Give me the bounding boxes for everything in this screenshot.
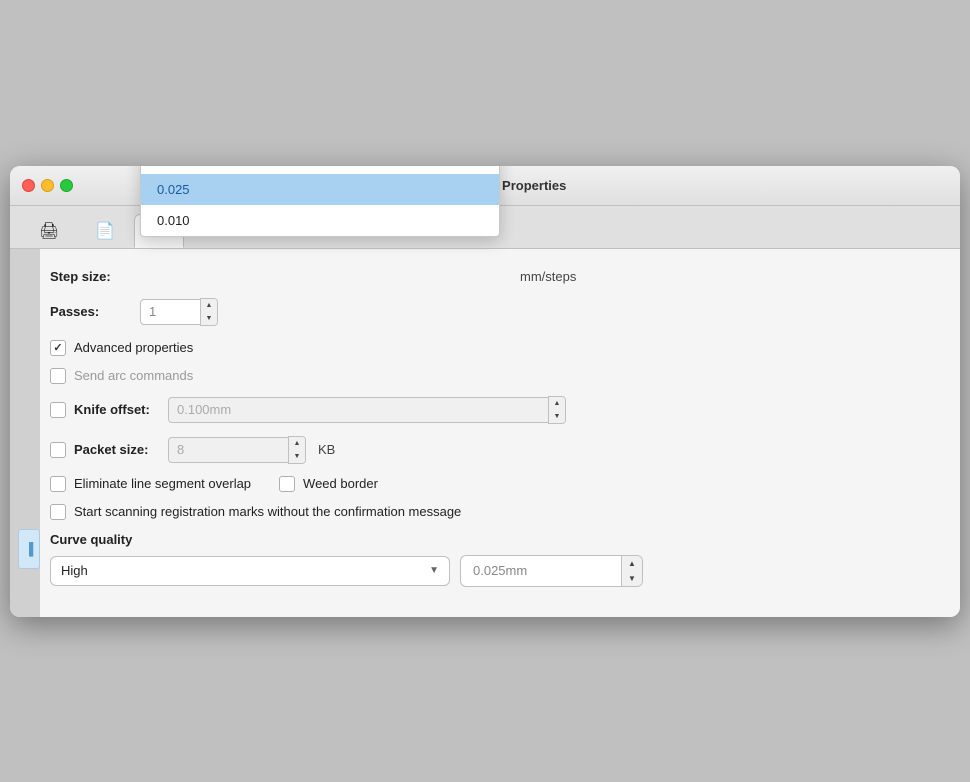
knife-offset-decrement[interactable]: ▼: [549, 410, 565, 423]
packet-size-decrement[interactable]: ▼: [289, 450, 305, 463]
curve-quality-arrow: ▼: [429, 565, 439, 576]
knife-offset-input[interactable]: [168, 397, 548, 423]
content-area: ▐ Step size: 0.100 0.050: [10, 249, 960, 617]
curve-quality-stepper: ▲ ▼: [621, 556, 642, 586]
packet-size-stepper: ▲ ▼: [288, 436, 306, 464]
knife-offset-checkbox[interactable]: [50, 402, 66, 418]
packet-size-label: Packet size:: [74, 442, 154, 457]
traffic-lights: [22, 179, 73, 192]
maximize-button[interactable]: [60, 179, 73, 192]
step-size-unit: mm/steps: [520, 269, 576, 284]
knife-offset-label: Knife offset:: [74, 402, 154, 417]
eliminate-overlap-label: Eliminate line segment overlap: [74, 476, 251, 491]
packet-size-unit: KB: [318, 442, 335, 457]
curve-quality-value: High: [61, 563, 88, 578]
dropdown-option-0050[interactable]: 0.050: [141, 166, 499, 175]
packet-size-input-group: ▲ ▼: [168, 436, 306, 464]
advanced-properties-label: Advanced properties: [74, 340, 193, 355]
document-icon: 📄: [95, 221, 115, 241]
passes-stepper: ▲ ▼: [200, 298, 218, 326]
close-button[interactable]: [22, 179, 35, 192]
packet-size-input[interactable]: [168, 437, 288, 463]
packet-size-checkbox[interactable]: [50, 442, 66, 458]
tab-document[interactable]: 📄: [78, 214, 132, 248]
passes-increment[interactable]: ▲: [201, 299, 217, 312]
curve-quality-mm-display: 0.025mm ▲ ▼: [460, 555, 643, 587]
step-size-label: Step size:: [50, 269, 130, 284]
advanced-properties-row: Advanced properties: [50, 340, 930, 356]
passes-decrement[interactable]: ▼: [201, 312, 217, 325]
curve-quality-mm-value: 0.025mm: [461, 556, 621, 586]
sidebar-panel-button[interactable]: ▐: [18, 529, 40, 569]
eliminate-overlap-checkbox[interactable]: [50, 476, 66, 492]
start-scanning-label: Start scanning registration marks withou…: [74, 504, 461, 519]
advanced-properties-checkbox[interactable]: [50, 340, 66, 356]
main-window: CM4 Default Job Properties 🖨 📄 ✒ ▐ Step …: [10, 166, 960, 617]
curve-quality-row: High ▼ 0.025mm ▲ ▼: [50, 555, 930, 587]
eliminate-weed-row: Eliminate line segment overlap Weed bord…: [50, 476, 930, 492]
tab-print[interactable]: 🖨: [22, 214, 76, 248]
panel-icon: ▐: [25, 542, 34, 556]
send-arc-row: Send arc commands: [50, 368, 930, 384]
curve-quality-section-label: Curve quality: [50, 532, 930, 547]
passes-input[interactable]: [140, 299, 200, 325]
send-arc-label: Send arc commands: [74, 368, 193, 383]
knife-offset-increment[interactable]: ▲: [549, 397, 565, 410]
knife-offset-stepper: ▲ ▼: [548, 396, 566, 424]
passes-input-group: ▲ ▼: [140, 298, 218, 326]
start-scanning-row: Start scanning registration marks withou…: [50, 504, 930, 520]
weed-border-checkbox[interactable]: [279, 476, 295, 492]
minimize-button[interactable]: [41, 179, 54, 192]
start-scanning-checkbox[interactable]: [50, 504, 66, 520]
curve-quality-decrement[interactable]: ▼: [622, 571, 642, 586]
weed-border-label: Weed border: [303, 476, 378, 491]
knife-offset-input-group: ▲ ▼: [168, 396, 566, 424]
passes-label: Passes:: [50, 304, 130, 319]
dropdown-option-0025[interactable]: 0.025: [141, 174, 499, 205]
packet-size-row: Packet size: ▲ ▼ KB: [50, 436, 930, 464]
dropdown-option-0010[interactable]: 0.010: [141, 205, 499, 236]
step-size-dropdown-menu[interactable]: 0.100 0.050 0.025 0.010: [140, 166, 500, 238]
step-size-row: Step size: 0.100 0.050 0.025: [50, 269, 930, 284]
knife-offset-row: Knife offset: ▲ ▼: [50, 396, 930, 424]
print-icon: 🖨: [39, 221, 59, 241]
passes-row: Passes: ▲ ▼: [50, 298, 930, 326]
curve-quality-dropdown[interactable]: High ▼: [50, 556, 450, 586]
packet-size-increment[interactable]: ▲: [289, 437, 305, 450]
send-arc-checkbox[interactable]: [50, 368, 66, 384]
curve-quality-increment[interactable]: ▲: [622, 556, 642, 571]
